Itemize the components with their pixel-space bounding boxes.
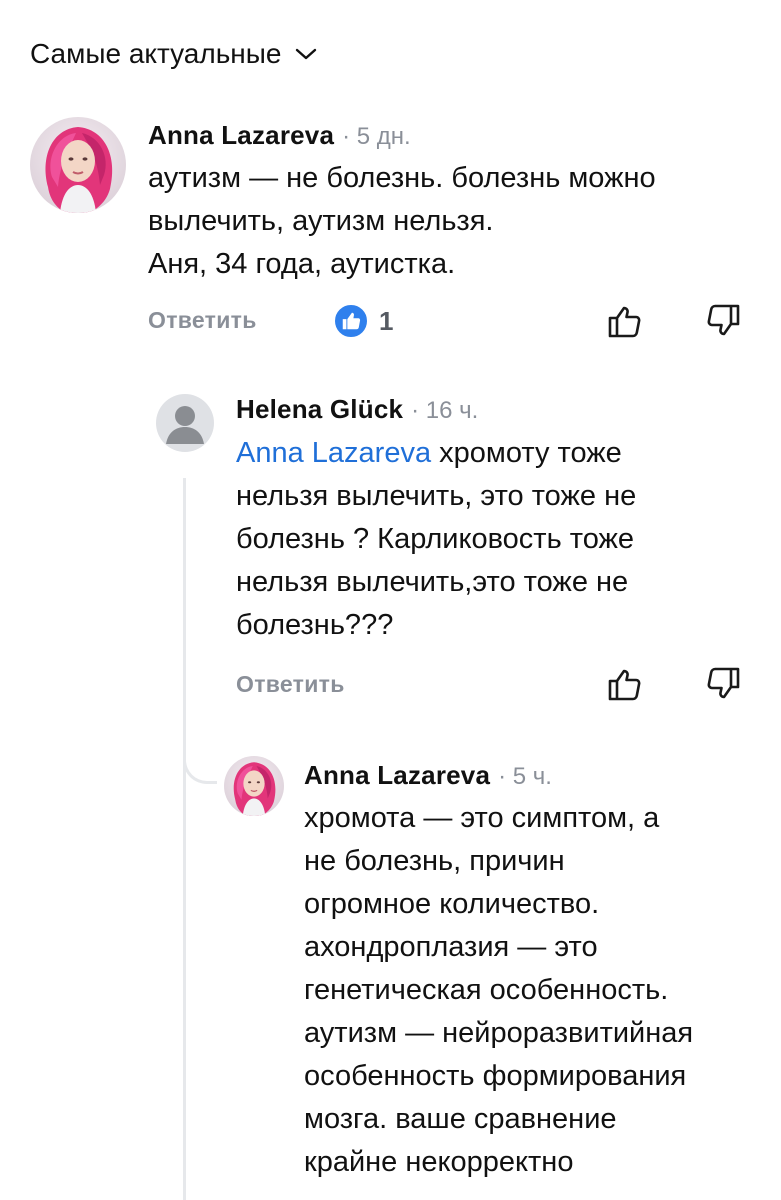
thread-line [183, 478, 186, 1200]
chevron-down-icon [295, 47, 317, 61]
sort-label: Самые актуальные [30, 38, 282, 69]
avatar[interactable] [224, 756, 284, 816]
comment-header: Anna Lazareva · 5 ч. [304, 760, 552, 791]
thumbs-up-icon[interactable] [606, 665, 644, 703]
comment-text-first-line: хромоту тоже [431, 437, 622, 469]
author-name[interactable]: Anna Lazareva [148, 120, 334, 151]
thread-connector [183, 742, 217, 784]
timestamp: · 5 ч. [498, 763, 552, 790]
like-count: 1 [379, 305, 394, 336]
reply-button[interactable]: Ответить [148, 307, 257, 334]
like-badge-icon [333, 303, 369, 339]
author-name[interactable]: Helena Glück [236, 394, 403, 425]
thumbs-up-icon[interactable] [606, 302, 644, 340]
comment-text-rest: нельзя вылечить, это тоже не болезнь ? К… [236, 480, 637, 641]
comment-text: аутизм — не болезнь. болезнь можно вылеч… [148, 162, 656, 280]
author-name[interactable]: Anna Lazareva [304, 760, 490, 791]
avatar[interactable] [156, 394, 214, 452]
thumbs-down-icon[interactable] [704, 302, 742, 340]
reply-button[interactable]: Ответить [236, 671, 345, 698]
comment-text: Anna Lazareva хромоту тоже нельзя вылечи… [236, 432, 766, 647]
comments-page: Самые актуальные Anna Lazareva · 5 дн. а… [0, 0, 781, 1200]
sort-dropdown[interactable]: Самые актуальные [30, 36, 317, 72]
mention-link[interactable]: Anna Lazareva [236, 437, 431, 469]
timestamp: · 16 ч. [411, 397, 479, 424]
avatar[interactable] [30, 117, 126, 213]
reaction-summary[interactable]: 1 [333, 303, 393, 339]
timestamp: · 5 дн. [342, 123, 411, 150]
comment-header: Helena Glück · 16 ч. [236, 394, 478, 425]
comment-text: хромота — это симптом, а не болезнь, при… [304, 802, 694, 1178]
thumbs-down-icon[interactable] [704, 665, 742, 703]
comment-header: Anna Lazareva · 5 дн. [148, 120, 411, 151]
